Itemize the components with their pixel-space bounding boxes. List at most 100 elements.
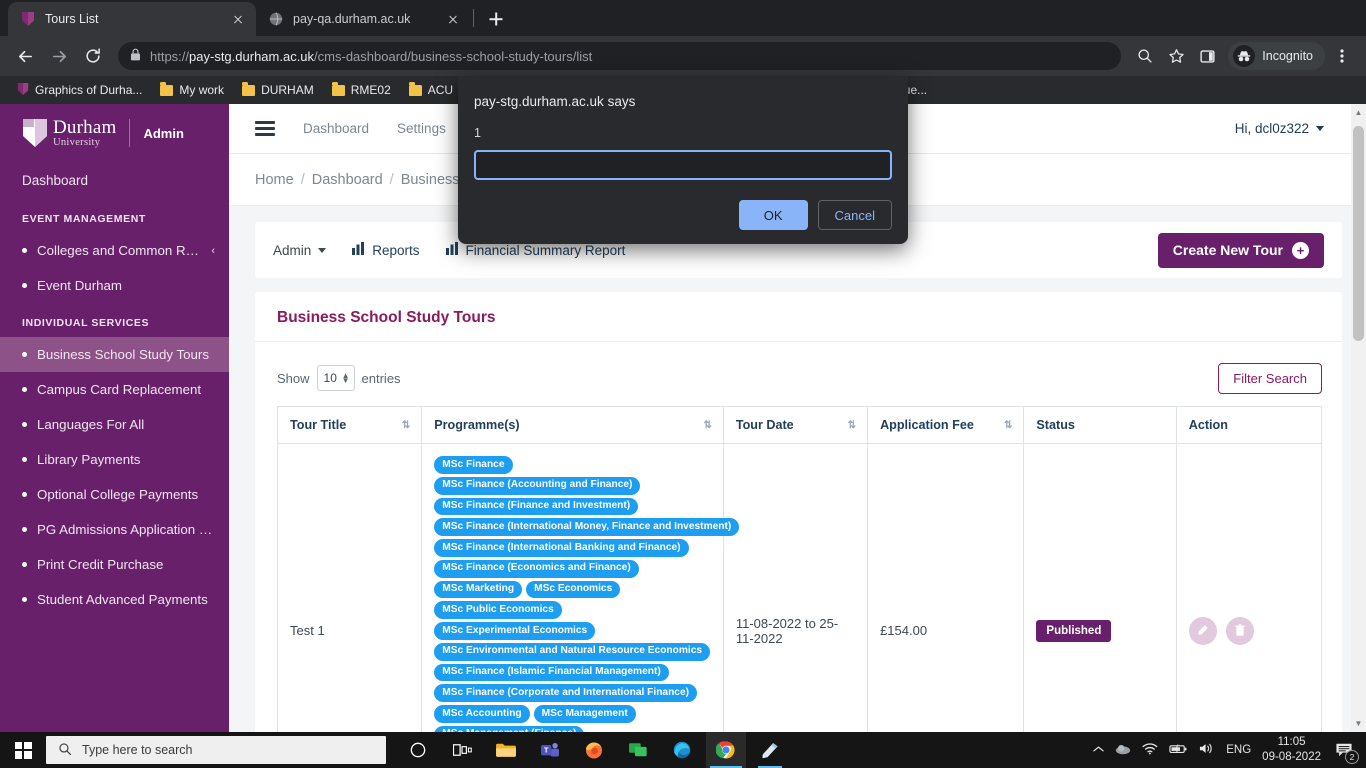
bookmark-item[interactable]: DURHAM — [235, 80, 321, 100]
topnav-item-settings[interactable]: Settings — [397, 121, 446, 136]
durham-logo: Durham University — [22, 118, 116, 149]
sidebar-item-student-advanced-payments[interactable]: Student Advanced Payments — [0, 582, 229, 617]
profile-incognito-button[interactable]: Incognito — [1228, 42, 1325, 70]
filter-search-label: Filter Search — [1233, 370, 1307, 386]
close-icon[interactable] — [230, 11, 246, 27]
start-button[interactable] — [0, 732, 46, 768]
close-icon[interactable] — [445, 11, 461, 27]
sidebar-item-campus-card-replacement[interactable]: Campus Card Replacement — [0, 372, 229, 407]
tab-tours-list[interactable]: Tours List — [8, 2, 256, 36]
ok-button[interactable]: OK — [738, 200, 808, 230]
edit-icon[interactable] — [1188, 616, 1217, 645]
column-label: Action — [1188, 418, 1228, 432]
delete-icon[interactable] — [1225, 616, 1254, 645]
volume-icon[interactable] — [1199, 742, 1215, 758]
bookmark-star-icon[interactable] — [1162, 42, 1190, 70]
sidebar-item-library-payments[interactable]: Library Payments — [0, 442, 229, 477]
edge-icon[interactable] — [662, 732, 702, 768]
dialog-input[interactable] — [474, 150, 892, 180]
dialog-actions: OK Cancel — [474, 200, 892, 230]
new-tab-button[interactable] — [482, 5, 510, 33]
user-menu[interactable]: Hi, dcl0z322 — [1235, 121, 1348, 136]
folder-icon — [331, 82, 345, 96]
cortana-icon[interactable] — [398, 732, 438, 768]
profile-label: Incognito — [1262, 49, 1313, 63]
wifi-icon[interactable] — [1142, 742, 1158, 758]
sidebar-item-event-durham[interactable]: Event Durham — [0, 268, 229, 303]
side-panel-icon[interactable] — [1193, 42, 1221, 70]
scroll-down-icon[interactable]: ▼ — [1351, 715, 1366, 732]
bookmark-item[interactable]: ACU — [402, 80, 460, 100]
firefox-icon[interactable] — [574, 732, 614, 768]
cell-action — [1175, 443, 1323, 732]
back-icon[interactable] — [10, 41, 40, 71]
page-scrollbar[interactable]: ▲ ▼ — [1351, 104, 1366, 732]
sticky-notes-icon[interactable] — [750, 732, 790, 768]
financial-summary-report-label: Financial Summary Report — [465, 242, 626, 258]
tab-divider — [473, 9, 474, 27]
column-header-tour-date[interactable]: Tour Date ⇅ — [722, 406, 869, 444]
reports-label: Reports — [372, 242, 420, 258]
bookmark-item[interactable]: My work — [153, 80, 231, 100]
address-bar[interactable]: https://pay-stg.durham.ac.uk/cms-dashboa… — [118, 42, 1122, 70]
topnav-item-dashboard[interactable]: Dashboard — [303, 121, 369, 136]
sidebar-item-business-school-study-tours[interactable]: Business School Study Tours — [0, 337, 229, 372]
cell-programmes: MSc Finance MSc Finance (Accounting and … — [421, 443, 740, 732]
sidebar-item-colleges-and-common-rooms[interactable]: Colleges and Common Rooms ‹ — [0, 233, 229, 268]
column-header-programmes[interactable]: Programme(s) ⇅ — [421, 406, 724, 444]
clock[interactable]: 11:05 09-08-2022 — [1262, 735, 1321, 766]
omnibox-actions: Incognito — [1131, 42, 1356, 70]
folder-icon — [408, 82, 422, 96]
column-header-application-fee[interactable]: Application Fee ⇅ — [867, 406, 1025, 444]
tab-pay-qa[interactable]: pay-qa.durham.ac.uk — [256, 2, 471, 36]
cancel-button[interactable]: Cancel — [817, 200, 892, 230]
task-view-icon[interactable] — [442, 732, 482, 768]
create-new-tour-button[interactable]: Create New Tour + — [1157, 232, 1324, 268]
show-hidden-icons-icon[interactable] — [1093, 744, 1104, 756]
sidebar-heading-event-management: EVENT MANAGEMENT — [22, 213, 146, 225]
brand-admin-label: Admin — [143, 125, 184, 141]
search-icon — [58, 742, 72, 759]
page-title: Business School Study Tours — [277, 309, 496, 326]
entries-select[interactable]: 10 ▲ ▼ — [316, 365, 355, 391]
breadcrumb-item-home[interactable]: Home — [255, 172, 294, 188]
language-indicator[interactable]: ENG — [1226, 744, 1251, 756]
column-header-status: Status — [1023, 406, 1177, 444]
sidebar-item-label: Library Payments — [37, 452, 141, 467]
chrome-menu-icon[interactable] — [1328, 42, 1356, 70]
scrollbar-thumb[interactable] — [1353, 126, 1364, 341]
sidebar-item-label: Student Advanced Payments — [37, 592, 208, 607]
financial-summary-report-link[interactable]: Financial Summary Report — [445, 242, 626, 258]
brand-name: Durham — [53, 116, 117, 138]
programme-badge-list: MSc Finance MSc Finance (Accounting and … — [434, 456, 740, 732]
hamburger-menu-icon[interactable] — [255, 121, 275, 136]
admin-dropdown[interactable]: Admin — [273, 243, 327, 258]
taskbar-search-box[interactable]: Type here to search — [46, 736, 386, 764]
search-icon[interactable] — [1131, 42, 1159, 70]
sidebar-item-dashboard[interactable]: Dashboard — [0, 162, 229, 199]
sidebar-item-languages-for-all[interactable]: Languages For All — [0, 407, 229, 442]
bookmark-item[interactable]: RME02 — [325, 80, 398, 100]
forward-icon[interactable] — [44, 41, 74, 71]
scroll-up-icon[interactable]: ▲ — [1351, 104, 1366, 121]
programme-badge: MSc Marketing — [434, 580, 523, 599]
filter-search-button[interactable]: Filter Search — [1218, 362, 1322, 394]
sidebar-item-optional-college-payments[interactable]: Optional College Payments — [0, 477, 229, 512]
messaging-icon[interactable] — [618, 732, 658, 768]
breadcrumb-item-dashboard[interactable]: Dashboard — [312, 172, 383, 188]
bookmark-item[interactable]: Graphics of Durha... — [10, 79, 149, 102]
chrome-icon[interactable] — [706, 732, 746, 768]
windows-taskbar: Type here to search T ENG 11:05 09-08-20… — [0, 732, 1366, 768]
onedrive-icon[interactable] — [1115, 743, 1131, 758]
notifications-icon[interactable]: 2 — [1332, 738, 1359, 764]
file-explorer-icon[interactable] — [486, 732, 526, 768]
sidebar-item-print-credit-purchase[interactable]: Print Credit Purchase — [0, 547, 229, 582]
card-header: Business School Study Tours — [255, 292, 1342, 342]
column-header-tour-title[interactable]: Tour Title ⇅ — [276, 406, 423, 444]
reports-link[interactable]: Reports — [352, 242, 420, 258]
sidebar: Durham University Admin Dashboard EVENT … — [0, 104, 229, 732]
teams-icon[interactable]: T — [530, 732, 570, 768]
sidebar-item-pg-admissions-application-fee[interactable]: PG Admissions Application Fee — [0, 512, 229, 547]
reload-icon[interactable] — [78, 41, 108, 71]
battery-icon[interactable] — [1169, 743, 1188, 758]
